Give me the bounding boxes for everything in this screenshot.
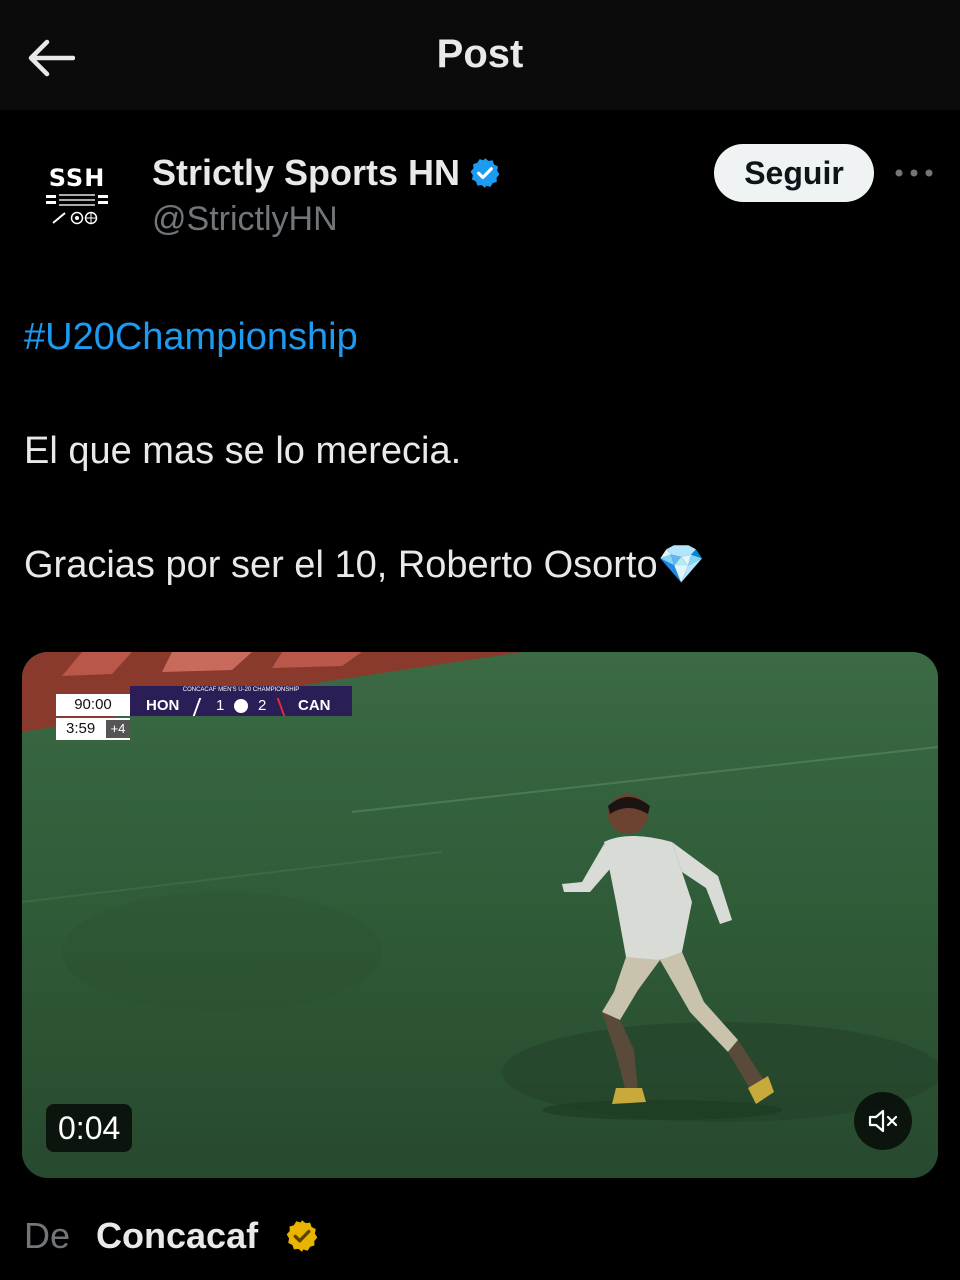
source-prefix: De <box>24 1215 71 1256</box>
post-text: #U20Championship El que mas se lo mereci… <box>24 312 936 590</box>
added-time: +4 <box>106 720 130 738</box>
video-source: De Concacaf <box>24 1212 320 1260</box>
post-author: SSH Strictly Sports HN @StrictlyHN Segui… <box>24 130 936 250</box>
author-name[interactable]: Strictly Sports HN <box>152 152 502 194</box>
score-divider <box>276 698 286 716</box>
away-score: 2 <box>258 697 267 714</box>
follow-button[interactable]: Seguir <box>714 144 874 202</box>
score-divider <box>192 698 202 716</box>
video-player[interactable]: 90:00 3:59 +4 HON 1 2 CAN CONCACAF MEN'S… <box>22 652 938 1178</box>
away-team: CAN <box>298 697 331 714</box>
top-bar: Post <box>0 0 960 110</box>
competition-logo-icon <box>234 699 248 713</box>
verified-badge-icon <box>470 158 500 188</box>
more-dots-icon <box>895 169 933 177</box>
post-paragraph-2-text: Gracias por ser el 10, Roberto Osorto <box>24 544 658 586</box>
avatar-logo-text: SSH <box>48 163 106 192</box>
running-player-figure <box>542 794 782 1120</box>
home-score: 1 <box>216 697 225 714</box>
mute-button[interactable] <box>854 1092 912 1150</box>
author-name-text: Strictly Sports HN <box>152 152 461 193</box>
source-account-link[interactable]: Concacaf <box>96 1215 258 1257</box>
author-handle[interactable]: @StrictlyHN <box>152 200 338 239</box>
avatar[interactable]: SSH <box>24 142 130 248</box>
match-clock: 90:00 <box>56 694 130 716</box>
gold-verified-badge-icon <box>286 1220 318 1252</box>
competition-name: CONCACAF MEN'S U-20 CHAMPIONSHIP <box>130 686 352 695</box>
gem-emoji: 💎 <box>657 544 705 586</box>
page-title: Post <box>436 32 524 76</box>
avatar-logo-lines <box>46 193 108 206</box>
more-options-button[interactable] <box>892 156 936 190</box>
video-timestamp: 0:04 <box>46 1104 133 1152</box>
sports-balls-icon <box>52 211 98 224</box>
post-paragraph-2: Gracias por ser el 10, Roberto Osorto💎 <box>24 540 936 590</box>
volume-muted-icon <box>868 1109 898 1133</box>
hashtag-link[interactable]: #U20Championship <box>24 312 936 362</box>
home-team: HON <box>146 697 180 714</box>
post-paragraph-1: El que mas se lo merecia. <box>24 430 462 472</box>
